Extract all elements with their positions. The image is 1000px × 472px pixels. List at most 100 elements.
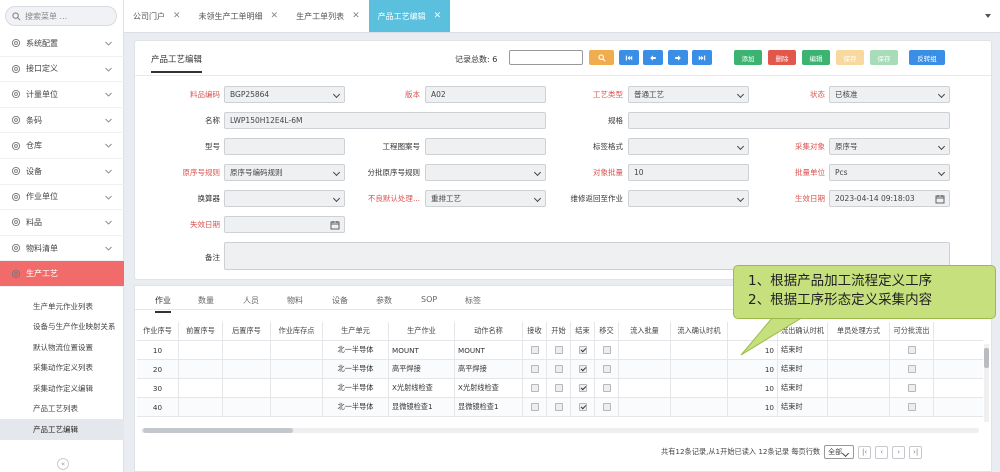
row-checkbox[interactable] [530, 403, 539, 411]
detail-tab[interactable]: 参数 [376, 295, 392, 306]
sidebar-item[interactable]: 作业单位 [0, 185, 124, 211]
calendar-icon[interactable] [330, 220, 340, 230]
toolbar-button[interactable]: 保存 [836, 50, 864, 65]
prev-page-button[interactable]: ‹ [875, 445, 889, 459]
row-checkbox[interactable] [530, 365, 539, 373]
row-checkbox[interactable] [907, 384, 916, 392]
column-header[interactable]: 结束 [571, 322, 595, 340]
column-header[interactable]: 生产作业 [389, 322, 455, 340]
row-checkbox[interactable] [578, 403, 587, 411]
first-page-button[interactable]: |‹ [858, 445, 872, 459]
name-field[interactable]: LWP150H12E4L-6M [224, 112, 546, 129]
column-header[interactable]: 前置序号 [179, 322, 223, 340]
column-header[interactable]: 开始 [547, 322, 571, 340]
tab[interactable]: 未领生产工单明细 ✕ [190, 0, 288, 32]
row-checkbox[interactable] [554, 384, 563, 392]
tab[interactable]: 产品工艺编辑 ✕ [368, 0, 451, 32]
serial-rule-select[interactable]: 原序号编码规则 [224, 164, 345, 181]
label-format-select[interactable] [628, 138, 749, 155]
prev-button[interactable] [643, 50, 663, 65]
table-row[interactable]: 40 北一半导体 显微镜检查1 显微镜检查1 10 结束时 [137, 398, 983, 417]
row-checkbox[interactable] [907, 403, 916, 411]
sidebar-item[interactable]: 料品 [0, 210, 124, 236]
code-select[interactable]: BGP25864 [224, 86, 345, 103]
status-select[interactable]: 已核准 [829, 86, 950, 103]
close-icon[interactable]: ✕ [173, 11, 181, 21]
expire-date-field[interactable] [224, 216, 345, 233]
menu-search[interactable]: 搜索菜单 ... [5, 6, 117, 26]
detail-tab[interactable]: 人员 [243, 295, 259, 306]
repair-return-select[interactable] [628, 190, 749, 207]
row-checkbox[interactable] [602, 403, 611, 411]
tab[interactable]: 生产工单列表 ✕ [287, 0, 369, 32]
sidebar-item[interactable]: 仓库 [0, 133, 124, 159]
model-field[interactable] [224, 138, 345, 155]
row-checkbox[interactable] [530, 346, 539, 354]
row-checkbox[interactable] [602, 384, 611, 392]
column-header[interactable]: 后置序号 [223, 322, 271, 340]
row-checkbox[interactable] [578, 346, 587, 354]
tab-dropdown-icon[interactable] [984, 12, 992, 20]
row-checkbox[interactable] [578, 365, 587, 373]
route-type-select[interactable]: 普通工艺 [628, 86, 749, 103]
row-checkbox[interactable] [578, 384, 587, 392]
close-icon[interactable]: ✕ [434, 11, 442, 21]
table-row[interactable]: 30 北一半导体 X光射线检查 X光射线检查 10 结束时 [137, 379, 983, 398]
toolbar-button[interactable]: 保存 [870, 50, 898, 65]
detail-tab[interactable]: 作业 [155, 295, 171, 313]
collect-object-select[interactable]: 原序号 [829, 138, 950, 155]
toolbar-button[interactable]: 删除 [768, 50, 796, 65]
bad-default-select[interactable]: 重排工艺 [425, 190, 546, 207]
detail-tab[interactable]: 物料 [287, 295, 303, 306]
search-button[interactable] [589, 50, 614, 65]
column-header[interactable]: 流入确认时机 [671, 322, 728, 340]
effective-date-field[interactable]: 2023-04-14 09:18:03 [829, 190, 950, 207]
detail-tab[interactable]: 数量 [198, 295, 214, 306]
table-horizontal-scrollbar[interactable] [141, 428, 979, 433]
sidebar-item[interactable]: 系统配置 [0, 31, 124, 57]
row-checkbox[interactable] [602, 346, 611, 354]
sidebar-item[interactable]: 设备 [0, 159, 124, 185]
drawing-field[interactable] [425, 138, 546, 155]
collapse-sidebar-button[interactable]: « [57, 458, 69, 470]
version-field[interactable]: A02 [425, 86, 546, 103]
close-icon[interactable]: ✕ [271, 11, 279, 21]
next-button[interactable] [668, 50, 688, 65]
detail-tab[interactable]: SOP [421, 295, 437, 304]
batch-unit-select[interactable]: Pcs [829, 164, 950, 181]
sidebar-subitem[interactable]: 生产单元作业列表 [0, 296, 124, 317]
column-header[interactable]: 生产单元 [323, 322, 389, 340]
sidebar-item[interactable]: 计量单位 [0, 82, 124, 108]
sidebar-subitem[interactable]: 采集动作定义列表 [0, 358, 124, 379]
row-checkbox[interactable] [602, 365, 611, 373]
row-checkbox[interactable] [530, 384, 539, 392]
row-checkbox[interactable] [554, 346, 563, 354]
next-page-button[interactable]: › [892, 445, 906, 459]
last-page-button[interactable] [692, 50, 712, 65]
sidebar-item[interactable]: 生产工艺 [0, 261, 124, 287]
sidebar-subitem[interactable]: 默认物流位置设置 [0, 337, 124, 358]
detail-tab[interactable]: 标签 [465, 295, 481, 306]
sidebar-subitem[interactable]: 产品工艺列表 [0, 399, 124, 420]
row-checkbox[interactable] [554, 365, 563, 373]
sidebar-item[interactable]: 条码 [0, 108, 124, 134]
column-header[interactable]: 动作名称 [455, 322, 523, 340]
column-header[interactable]: 移交 [595, 322, 619, 340]
column-header[interactable]: 作业序号 [137, 322, 179, 340]
spec-field[interactable] [628, 112, 950, 129]
sidebar-item[interactable]: 物料清单 [0, 236, 124, 262]
column-header[interactable]: 作业库存点 [271, 322, 323, 340]
detail-tab[interactable]: 设备 [332, 295, 348, 306]
column-header[interactable]: 接收 [523, 322, 547, 340]
toolbar-button[interactable]: 反转组 [909, 50, 945, 65]
toolbar-button[interactable]: 编辑 [802, 50, 830, 65]
sidebar-item[interactable]: 接口定义 [0, 57, 124, 83]
calendar-icon[interactable] [935, 194, 945, 204]
tab[interactable]: 公司门户 ✕ [124, 0, 190, 32]
object-qty-field[interactable]: 10 [628, 164, 749, 181]
close-icon[interactable]: ✕ [352, 11, 360, 21]
sidebar-subitem[interactable]: 产品工艺编辑 [0, 419, 124, 440]
sidebar-subitem[interactable]: 采集动作定义编辑 [0, 378, 124, 399]
sidebar-subitem[interactable]: 设备与生产作业映射关系 [0, 317, 124, 338]
last-page-button[interactable]: ›| [909, 445, 923, 459]
